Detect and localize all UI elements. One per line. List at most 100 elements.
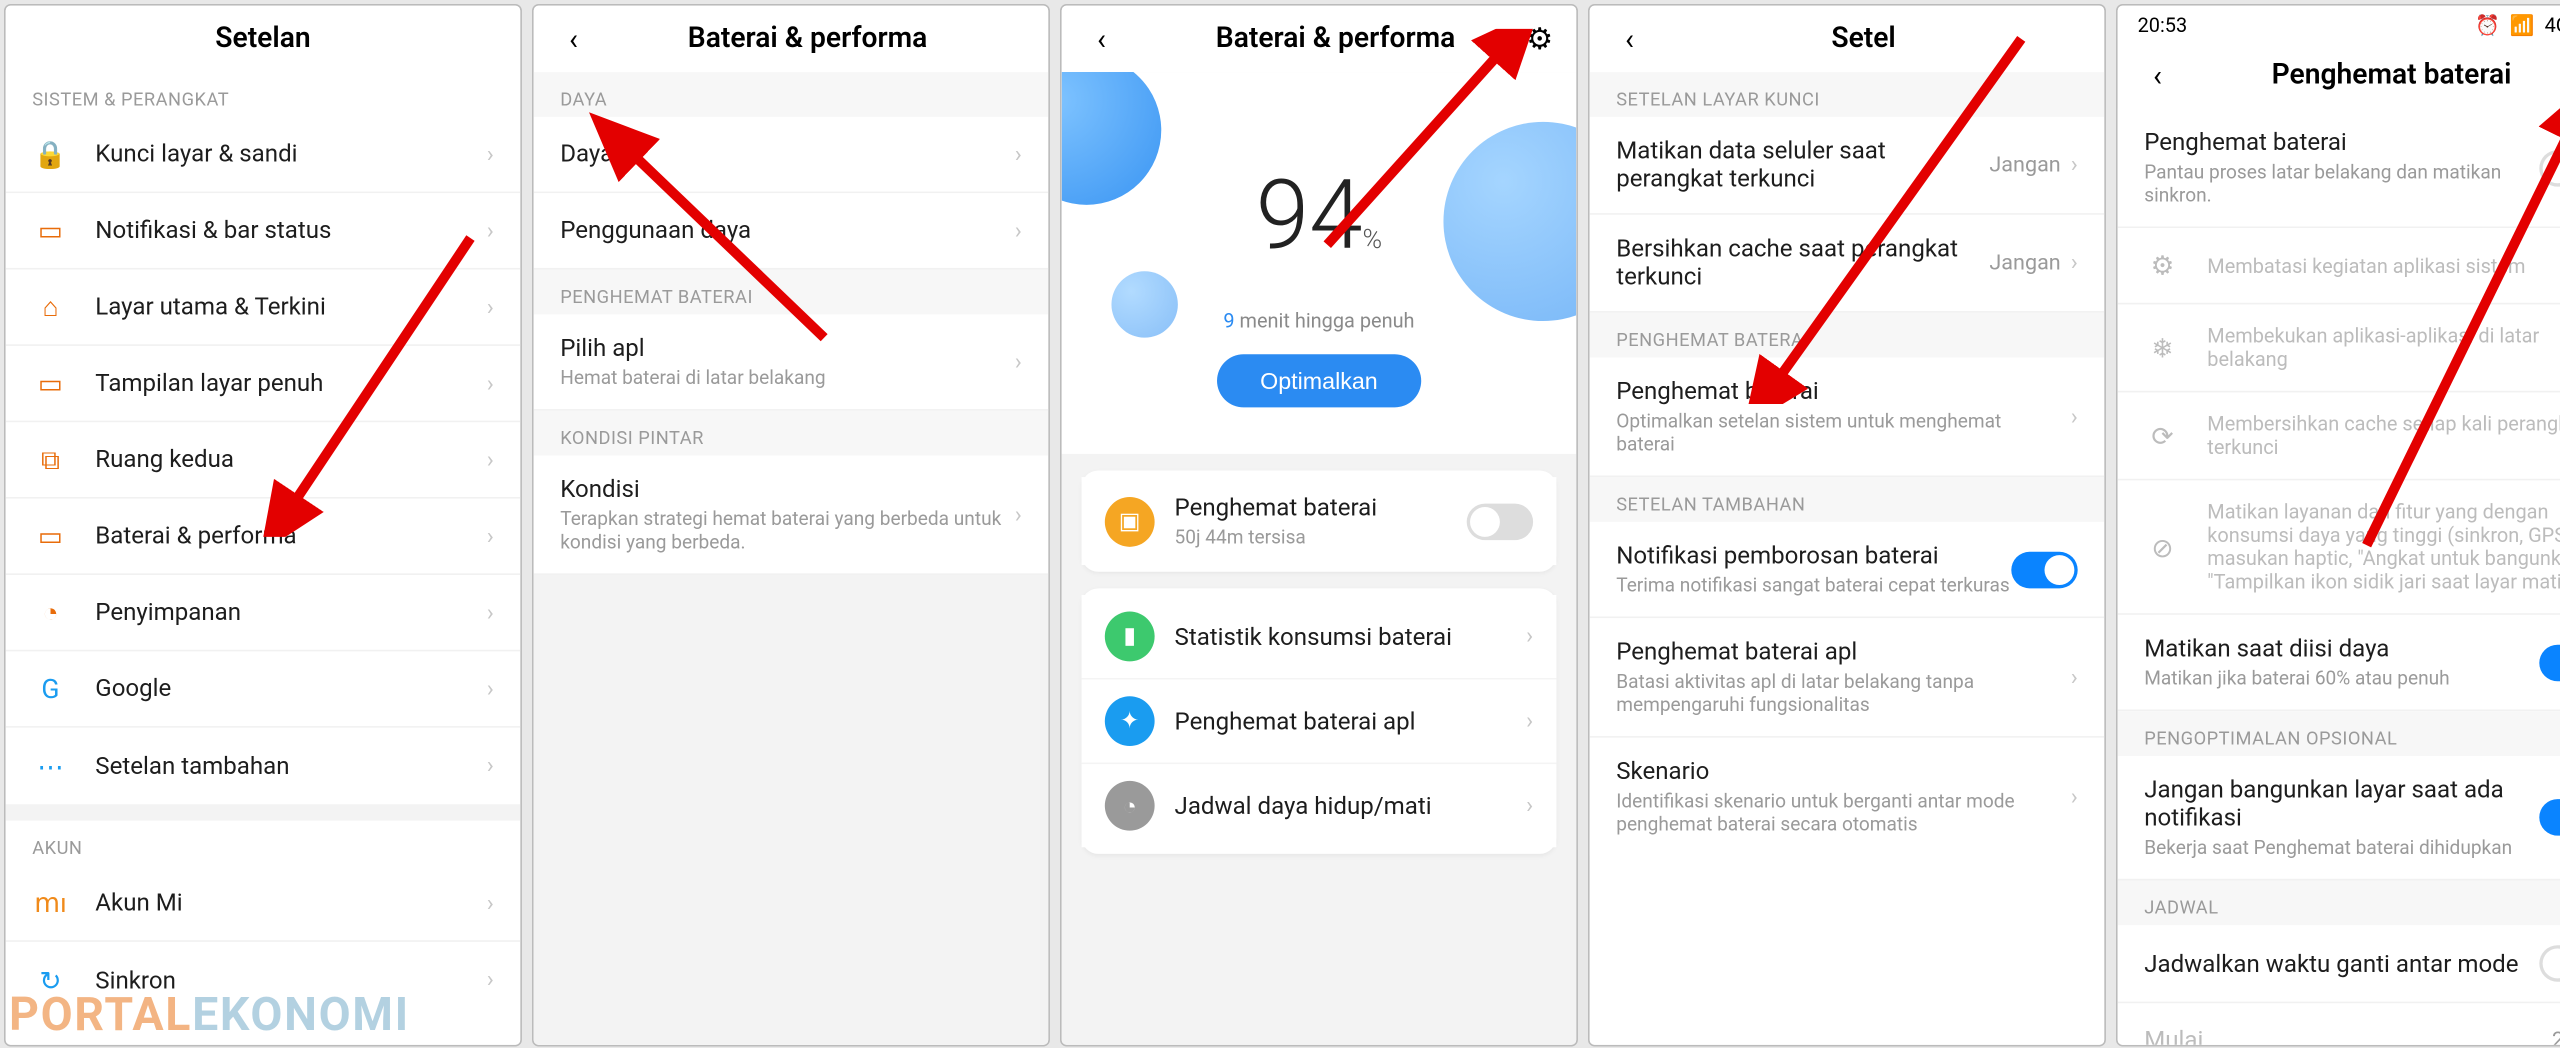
forbid-icon: ⊘: [2144, 531, 2181, 563]
row-daya[interactable]: Daya›: [534, 117, 1049, 193]
list-item[interactable]: ▭ Notifikasi & bar status ›: [6, 193, 521, 269]
row-bersihkan-cache[interactable]: Bersihkan cache saat perangkat terkunciJ…: [1590, 215, 2105, 313]
gear-icon[interactable]: ⚙: [1526, 21, 1553, 56]
chevron-right-icon: ›: [487, 217, 494, 244]
chevron-right-icon: ›: [2071, 783, 2078, 810]
bulb-icon: ✦: [1105, 696, 1155, 746]
chevron-right-icon: ›: [2071, 250, 2078, 277]
item-icon: ⌂: [32, 290, 69, 323]
chevron-right-icon: ›: [1526, 623, 1533, 650]
section-header: SISTEM & PERANGKAT: [6, 72, 521, 117]
back-icon[interactable]: ‹: [1085, 22, 1118, 55]
item-icon: ⅿı: [32, 887, 69, 919]
clock-icon: ◔: [1105, 781, 1155, 831]
row-jadwal-daya[interactable]: ◔ Jadwal daya hidup/mati›: [1082, 764, 1557, 847]
row-matikan-data[interactable]: Matikan data seluler saat perangkat terk…: [1590, 117, 2105, 215]
charge-toggle[interactable]: [2539, 644, 2560, 681]
row-penggunaan-daya[interactable]: Penggunaan daya›: [534, 193, 1049, 269]
item-label: Setelan tambahan: [95, 752, 476, 780]
list-item[interactable]: ⌂Layar utama & Terkini›: [6, 270, 521, 346]
row-penghemat-baterai[interactable]: ▣ Penghemat baterai50j 44m tersisa: [1082, 477, 1557, 565]
back-icon[interactable]: ‹: [1613, 22, 1646, 55]
snowflake-icon: ❄: [2144, 332, 2181, 364]
chevron-right-icon: ›: [487, 141, 494, 168]
list-item[interactable]: ⧉Ruang kedua›: [6, 422, 521, 498]
chevron-right-icon: ›: [2071, 664, 2078, 691]
item-label: Notifikasi & bar status: [95, 216, 476, 244]
chevron-right-icon: ›: [487, 890, 494, 917]
item-icon: ▭: [32, 215, 69, 247]
optimize-button[interactable]: Optimalkan: [1217, 355, 1421, 408]
section-header: SETELAN LAYAR KUNCI: [1590, 72, 2105, 117]
row-kondisi[interactable]: KondisiTerapkan strategi hemat baterai y…: [534, 456, 1049, 576]
list-item[interactable]: ▭Tampilan layar penuh›: [6, 346, 521, 422]
chevron-right-icon: ›: [487, 446, 494, 473]
page-title: Penghemat baterai: [2174, 59, 2560, 92]
row-penghemat-apl[interactable]: Penghemat baterai aplBatasi aktivitas ap…: [1590, 618, 2105, 738]
chevron-right-icon: ›: [487, 675, 494, 702]
stats-icon: ▮: [1105, 612, 1155, 662]
list-item[interactable]: ▭Baterai & performa›: [6, 499, 521, 575]
row-jadwalkan[interactable]: Jadwalkan waktu ganti antar mode: [2118, 925, 2560, 1003]
row-greyed: ⊘Matikan layanan dan fitur yang dengan k…: [2118, 480, 2560, 614]
chevron-right-icon: ›: [2071, 403, 2078, 430]
chevron-right-icon: ›: [487, 370, 494, 397]
signal-icon: 📶: [2510, 14, 2535, 37]
row-penghemat-master[interactable]: Penghemat bateraiPantau proses latar bel…: [2118, 109, 2560, 229]
item-icon: ◔: [32, 596, 69, 629]
battery-percent: 94%: [1256, 161, 1382, 274]
network-label: 4G: [2545, 14, 2560, 37]
chevron-right-icon: ›: [487, 599, 494, 626]
item-label: Google: [95, 675, 476, 703]
list-item[interactable]: G Google ›: [6, 651, 521, 727]
chevron-right-icon: ›: [2071, 152, 2078, 179]
battery-saver-icon: ▣: [1105, 496, 1155, 546]
page-title: Baterai & performa: [1118, 22, 1553, 55]
chevron-right-icon: ›: [1015, 501, 1022, 528]
list-item[interactable]: ◔ Penyimpanan ›: [6, 575, 521, 651]
row-greyed: ⟳Membersihkan cache setiap kali perangka…: [2118, 392, 2560, 480]
master-toggle[interactable]: [2539, 149, 2560, 186]
list-item[interactable]: 🔒Kunci layar & sandi›: [6, 117, 521, 193]
item-label: Layar utama & Terkini: [95, 293, 476, 321]
wake-toggle[interactable]: [2539, 799, 2560, 836]
chevron-right-icon: ›: [1015, 348, 1022, 375]
section-header: DAYA: [534, 72, 1049, 117]
section-header: SETELAN TAMBAHAN: [1590, 477, 2105, 522]
chevron-right-icon: ›: [487, 523, 494, 550]
alarm-icon: ⏰: [2475, 14, 2500, 37]
saver-toggle[interactable]: [1467, 503, 1533, 540]
section-header: AKUN: [6, 821, 521, 866]
list-item[interactable]: ⅿıAkun Mi›: [6, 866, 521, 942]
gear-icon: ⚙: [2144, 250, 2181, 282]
back-icon[interactable]: ‹: [557, 22, 590, 55]
schedule-toggle[interactable]: [2539, 945, 2560, 982]
notif-toggle[interactable]: [2011, 551, 2077, 588]
section-header: PENGHEMAT BATERAI: [1590, 313, 2105, 358]
chevron-right-icon: ›: [1015, 141, 1022, 168]
item-icon: ⧉: [32, 443, 69, 476]
item-label: Penyimpanan: [95, 598, 476, 626]
watermark: PORTALEKONOMI: [9, 987, 410, 1042]
section-header: PENGOPTIMALAN OPSIONAL: [2118, 711, 2560, 756]
item-icon: G: [32, 673, 69, 705]
row-jangan-bangunkan[interactable]: Jangan bangunkan layar saat ada notifika…: [2118, 756, 2560, 881]
status-time: 20:53: [2138, 14, 2188, 37]
page-title: Baterai & performa: [590, 22, 1025, 55]
row-skenario[interactable]: SkenarioIdentifikasi skenario untuk berg…: [1590, 738, 2105, 856]
item-label: Baterai & performa: [95, 522, 476, 550]
list-item[interactable]: ⋯Setelan tambahan›: [6, 728, 521, 804]
row-pilih-apl[interactable]: Pilih aplHemat baterai di latar belakang…: [534, 314, 1049, 410]
item-icon: ▭: [32, 368, 69, 400]
row-greyed: ⚙Membatasi kegiatan aplikasi sistem: [2118, 228, 2560, 304]
broom-icon: ⟳: [2144, 420, 2181, 452]
page-title: Setel: [1646, 22, 2081, 55]
back-icon[interactable]: ‹: [2141, 59, 2174, 92]
row-notif-boros[interactable]: Notifikasi pemborosan bateraiTerima noti…: [1590, 522, 2105, 618]
row-statistik[interactable]: ▮ Statistik konsumsi baterai›: [1082, 595, 1557, 680]
chevron-right-icon: ›: [1526, 708, 1533, 735]
row-penghemat-apl[interactable]: ✦ Penghemat baterai apl›: [1082, 680, 1557, 765]
section-header: JADWAL: [2118, 880, 2560, 925]
row-matikan-diisi[interactable]: Matikan saat diisi dayaMatikan jika bate…: [2118, 615, 2560, 711]
row-penghemat-baterai[interactable]: Penghemat bateraiOptimalkan setelan sist…: [1590, 358, 2105, 478]
